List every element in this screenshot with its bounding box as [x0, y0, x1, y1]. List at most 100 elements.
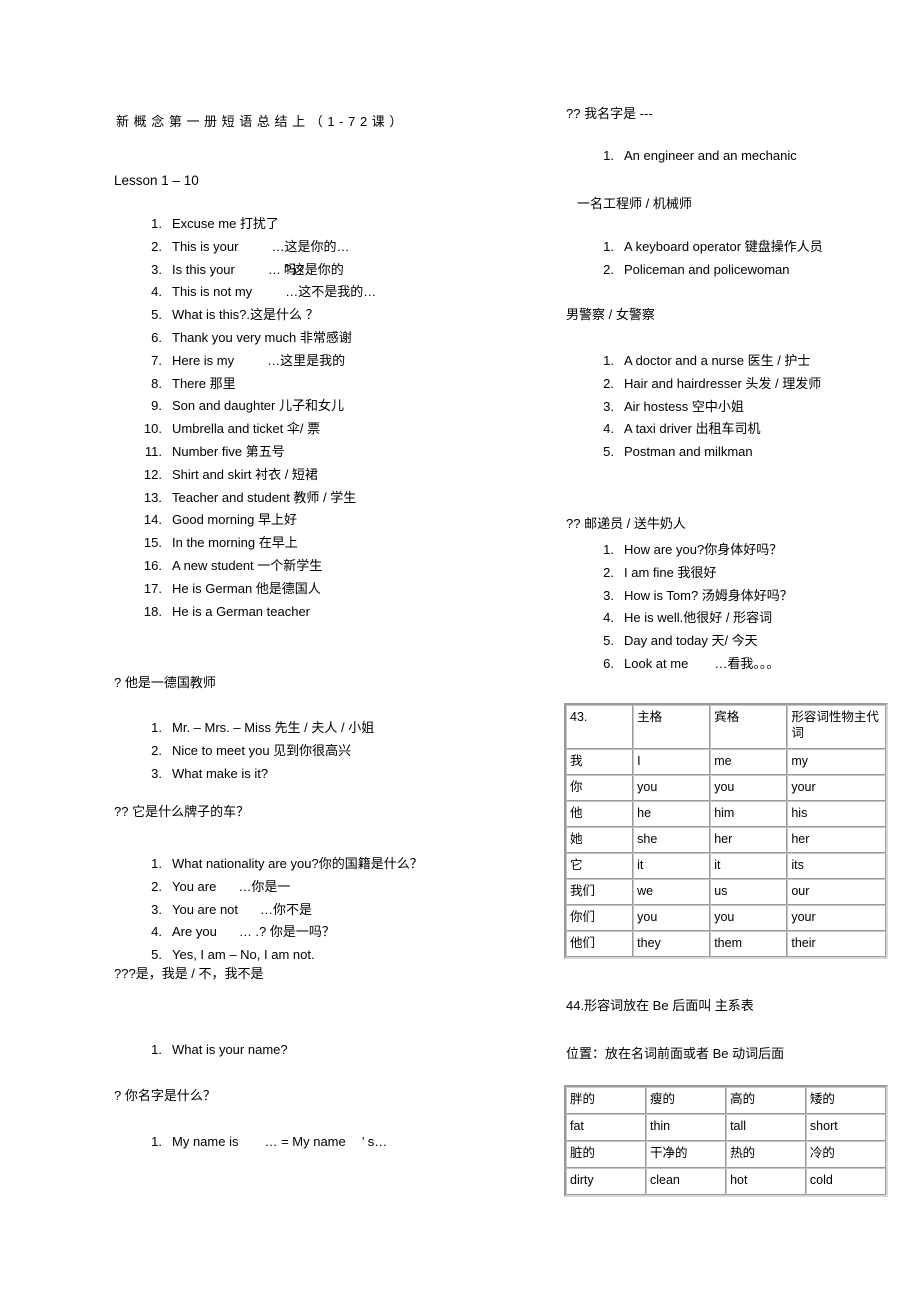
- list-item: 5. Day and today 天/ 今天: [566, 630, 793, 653]
- list-item-translation: …你是一: [238, 878, 291, 894]
- list-item: 2. I am fine 我很好: [566, 562, 793, 585]
- list-item-text: Air hostess 空中小姐: [624, 398, 744, 414]
- list-item-text: A new student 一个新学生: [172, 557, 323, 573]
- list-item-translation: …这是你的…: [271, 238, 350, 254]
- list-item-text: Shirt and skirt 衬衣 / 短裙: [172, 466, 318, 482]
- right-list-1: 1. An engineer and an mechanic: [566, 145, 797, 168]
- list-item: 10. Umbrella and ticket 伞/ 票: [114, 418, 376, 441]
- note-45: 位置：放在名词前面或者 Be 动词后面: [566, 1046, 785, 1061]
- list-item-number: 10.: [143, 421, 162, 437]
- right-note-3: ?? 邮递员 / 送牛奶人: [566, 516, 686, 531]
- right-column: ?? 我名字是 --- 1. An engineer and an mechani…: [564, 0, 906, 1303]
- table-cell: you: [633, 775, 711, 801]
- list-item-number: 1.: [151, 216, 162, 231]
- list-item: 3. What make is it?: [114, 763, 374, 786]
- list-item: 6. Look at me …看我。。。: [566, 653, 793, 676]
- list-item-text: Look at me: [624, 655, 689, 671]
- list-item-text: I am fine 我很好: [624, 564, 717, 580]
- table-cell: he: [633, 801, 711, 827]
- list-item-number: 1.: [151, 1134, 162, 1149]
- list-item: 17. He is German 他是德国人: [114, 578, 376, 601]
- list-item-number: 1.: [603, 353, 614, 368]
- table-cell: cold: [805, 1168, 886, 1195]
- table-row: 脏的 干净的 热的 冷的: [566, 1141, 886, 1168]
- table-cell: 干净的: [645, 1141, 727, 1168]
- list-item-text: An engineer and an mechanic: [624, 148, 797, 163]
- list-item-text: This is not my: [172, 284, 253, 300]
- list-item: 1. An engineer and an mechanic: [566, 145, 797, 168]
- list-item: 15. In the morning 在早上: [114, 532, 376, 555]
- table-cell: us: [710, 879, 788, 905]
- list-item: 4. He is well.他很好 / 形容词: [566, 607, 793, 630]
- list-item: 5. Postman and milkman: [566, 441, 821, 464]
- list-item-text: In the morning 在早上: [172, 535, 298, 551]
- table-cell: hot: [726, 1168, 806, 1195]
- table-cell: our: [787, 879, 886, 905]
- list-item-text: How are you?你身体好吗？: [624, 542, 783, 557]
- table-cell: 冷的: [805, 1141, 886, 1168]
- list-item-number: 4.: [151, 284, 162, 300]
- list-item-text: Are you: [172, 924, 217, 940]
- left-note-4: ? 你名字是什么？: [114, 1088, 216, 1103]
- table-row: 他 he him his: [566, 801, 886, 827]
- list-item-number: 2.: [603, 564, 614, 580]
- document-title: 新 概 念 第 一 册 短 语 总 结 上 （ 1 - 7 2 课 ）: [116, 111, 403, 130]
- list-item: 9. Son and daughter 儿子和女儿: [114, 395, 376, 418]
- list-item: 2. Hair and hairdresser 头发 / 理发师: [566, 373, 821, 396]
- list-item-text: What is this?.这是什么 ？: [172, 307, 319, 323]
- list-item: 8. There 那里: [114, 373, 376, 396]
- table-cell: 瘦的: [645, 1087, 727, 1114]
- list-item: 2. You are …你是一: [114, 876, 423, 899]
- list-item-text: You are: [172, 878, 217, 894]
- list-item: 3. Is this your … ?这是你的 吗?: [114, 259, 376, 282]
- document-page: 新 概 念 第 一 册 短 语 总 结 上 （ 1 - 7 2 课 ） Less…: [0, 0, 920, 1303]
- list-item-text: What make is it?: [172, 765, 269, 781]
- list-item: 1. My name is … = My name ’ s…: [114, 1131, 387, 1154]
- left-list-1: 1. Excuse me 打扰了 2. This is your …这是你的… 3. Is …: [114, 213, 376, 623]
- list-item: 1. Excuse me 打扰了: [114, 213, 376, 236]
- list-item-number: 1.: [603, 239, 614, 254]
- list-item-number: 17.: [143, 580, 162, 596]
- list-item: 1. What is your name?: [114, 1039, 287, 1062]
- table-cell: you: [710, 775, 788, 801]
- list-item-translation: … = My name: [264, 1134, 346, 1149]
- left-note-3: ???是，我是 / 不，我不是: [114, 966, 264, 981]
- list-item-text: You are not: [172, 901, 239, 917]
- list-item-number: 3.: [151, 261, 162, 277]
- list-item-text: What nationality are you?你的国籍是什么？: [172, 856, 423, 871]
- list-item: 1. What nationality are you?你的国籍是什么？: [114, 853, 423, 876]
- table-cell: 宾格: [710, 705, 788, 749]
- table-cell: 他们: [566, 931, 634, 957]
- list-item: 13. Teacher and student 教师 / 学生: [114, 487, 376, 510]
- list-item-number: 9.: [151, 398, 162, 414]
- list-item: 11. Number five 第五号: [114, 441, 376, 464]
- list-item: 1. Mr. – Mrs. – Miss 先生 / 夫人 / 小姐: [114, 717, 374, 740]
- list-item: 14. Good morning 早上好: [114, 509, 376, 532]
- list-item-number: 1.: [603, 542, 614, 557]
- list-item-translation: …这不是我的…: [285, 284, 377, 300]
- list-item-text: Is this your: [172, 261, 235, 277]
- overlapped-text: … ?这是你的 吗?: [268, 259, 344, 282]
- list-item-number: 11.: [144, 443, 162, 459]
- table-cell: 她: [566, 827, 634, 853]
- list-item-text: Number five 第五号: [172, 443, 285, 459]
- list-item: 5. Yes, I am – No, I am not.: [114, 944, 423, 967]
- list-item: 12. Shirt and skirt 衬衣 / 短裙: [114, 464, 376, 487]
- overlapped-text-overlay: 吗?: [283, 261, 305, 277]
- list-item-number: 13.: [143, 489, 162, 505]
- list-item-number: 1.: [151, 1042, 162, 1057]
- list-item-number: 2.: [151, 742, 162, 758]
- list-item-number: 2.: [603, 261, 614, 277]
- list-item: 3. How is Tom? 汤姆身体好吗？: [566, 585, 793, 608]
- list-item-number: 5.: [151, 307, 162, 323]
- table-cell: her: [710, 827, 788, 853]
- list-item-number: 6.: [151, 329, 162, 345]
- list-item-number: 18.: [143, 603, 162, 619]
- table-row: 他们 they them their: [566, 931, 886, 957]
- table-row: 胖的 瘦的 高的 矮的: [566, 1087, 886, 1114]
- table-cell: short: [805, 1114, 886, 1141]
- list-item-text: How is Tom? 汤姆身体好吗？: [624, 587, 793, 603]
- table-cell: thin: [645, 1114, 727, 1141]
- table-cell: it: [710, 853, 788, 879]
- note-44: 44.形容词放在 Be 后面叫 主系表: [566, 998, 754, 1013]
